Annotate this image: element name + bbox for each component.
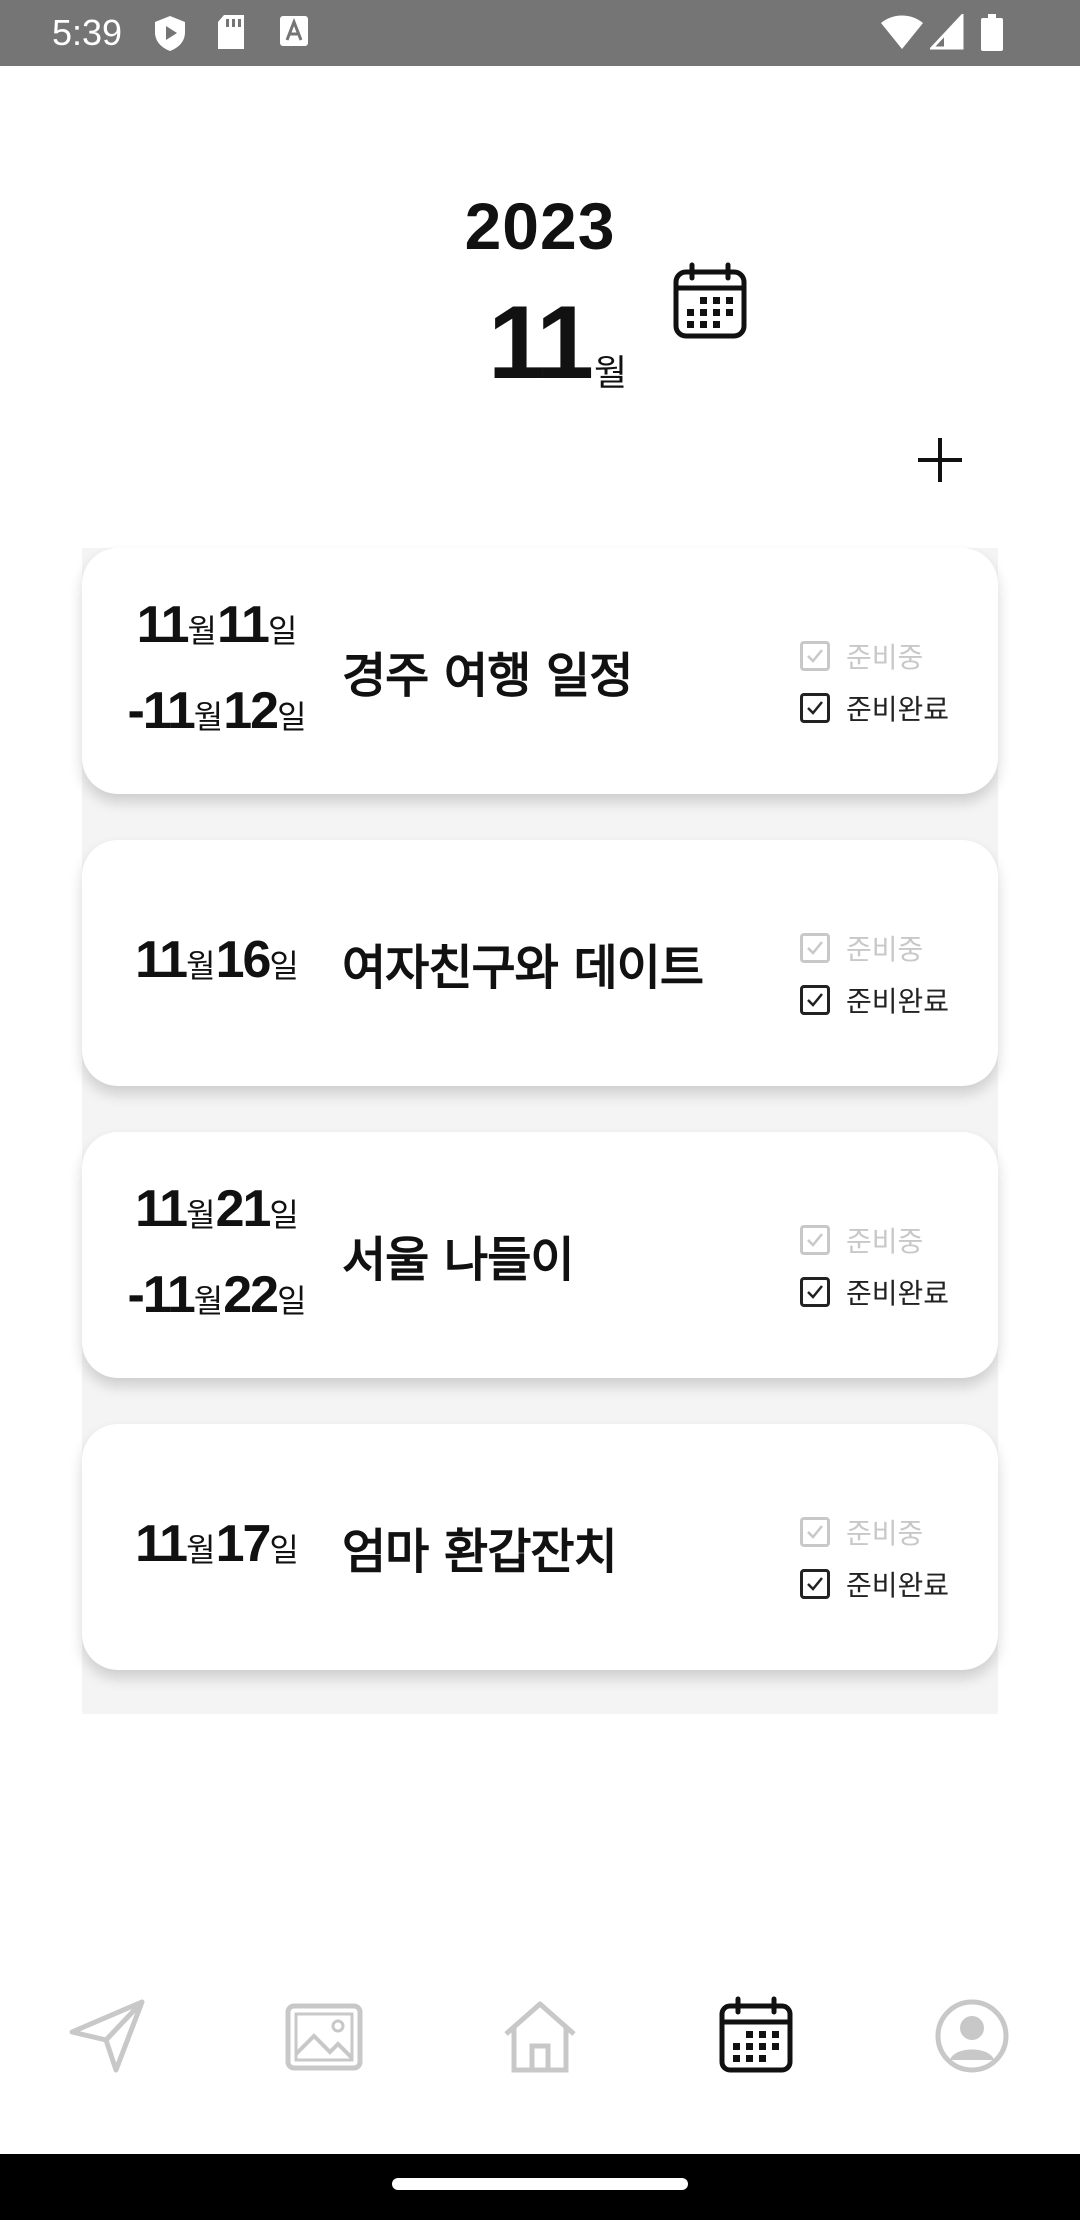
month-number: 11 [488,285,594,401]
status-preparing[interactable]: 준비중 [800,1506,980,1558]
status-done-label: 준비완료 [846,1277,950,1310]
end-date: -11월12일 [127,682,307,740]
start-date: 11월17일 [135,1515,299,1573]
add-schedule-button[interactable] [912,432,968,488]
month-label: 11 월 [488,288,627,398]
checkbox-done[interactable] [800,693,830,723]
status-preparing-label: 준비중 [846,1225,924,1258]
checkbox-done[interactable] [800,985,830,1015]
status-preparing-label: 준비중 [846,641,924,674]
month-unit: 월 [593,353,628,394]
status-preparing[interactable]: 준비중 [800,1214,980,1266]
status-done[interactable]: 준비완료 [800,974,980,1026]
schedule-title: 엄마 환갑잔치 [342,1524,618,1580]
status-preparing-label: 준비중 [846,1517,924,1550]
status-preparing[interactable]: 준비중 [800,922,980,974]
status-options: 준비중 준비완료 [800,1214,980,1318]
schedule-card[interactable]: 11월17일 엄마 환갑잔치 준비중 준비완료 [82,1424,998,1670]
status-time: 5:39 [52,12,123,53]
checkbox-preparing[interactable] [800,641,830,671]
gesture-navigation-bar [0,2154,1080,2220]
checkbox-preparing[interactable] [800,1517,830,1547]
start-date: 11월11일 [136,596,298,654]
status-options: 준비중 준비완료 [800,1506,980,1610]
schedule-card[interactable]: 11월21일 -11월22일 서울 나들이 준비중 준비완료 [82,1132,998,1378]
year-label: 2023 [464,189,616,263]
sd-card-icon [218,15,244,49]
wifi-icon [881,15,923,49]
schedule-title: 서울 나들이 [342,1232,575,1288]
status-preparing-label: 준비중 [846,933,924,966]
schedule-card[interactable]: 11월16일 여자친구와 데이트 준비중 준비완료 [82,840,998,1086]
checkbox-done[interactable] [800,1277,830,1307]
end-date: -11월22일 [127,1266,307,1324]
bottom-navigation [0,1960,1080,2100]
start-date: 11월16일 [135,931,299,989]
status-bar: 5:39 [0,0,1080,66]
play-protect-icon [155,16,185,51]
send-icon[interactable] [68,1996,148,2076]
calendar-icon[interactable] [716,1996,796,2076]
checkbox-preparing[interactable] [800,933,830,963]
battery-icon [981,14,1003,51]
schedule-dates: 11월11일 -11월12일 [82,548,352,794]
status-done-label: 준비완료 [846,693,950,726]
cell-signal-icon [930,14,964,50]
font-a-icon [280,16,308,46]
schedule-dates: 11월16일 [82,840,352,1086]
status-options: 준비중 준비완료 [800,630,980,734]
profile-icon[interactable] [932,1996,1012,2076]
status-done[interactable]: 준비완료 [800,1266,980,1318]
schedule-title: 여자친구와 데이트 [342,940,704,996]
checkbox-preparing[interactable] [800,1225,830,1255]
calendar-icon[interactable] [670,262,750,342]
schedule-card[interactable]: 11월11일 -11월12일 경주 여행 일정 준비중 준비완료 [82,548,998,794]
status-done[interactable]: 준비완료 [800,682,980,734]
schedule-dates: 11월21일 -11월22일 [82,1132,352,1378]
home-icon[interactable] [500,1996,580,2076]
status-preparing[interactable]: 준비중 [800,630,980,682]
status-done-label: 준비완료 [846,1569,950,1602]
status-done-label: 준비완료 [846,985,950,1018]
status-options: 준비중 준비완료 [800,922,980,1026]
schedule-dates: 11월17일 [82,1424,352,1670]
home-gesture-handle[interactable] [392,2178,688,2190]
status-done[interactable]: 준비완료 [800,1558,980,1610]
start-date: 11월21일 [135,1180,299,1238]
gallery-icon[interactable] [284,1996,364,2076]
checkbox-done[interactable] [800,1569,830,1599]
schedule-title: 경주 여행 일정 [342,648,633,704]
